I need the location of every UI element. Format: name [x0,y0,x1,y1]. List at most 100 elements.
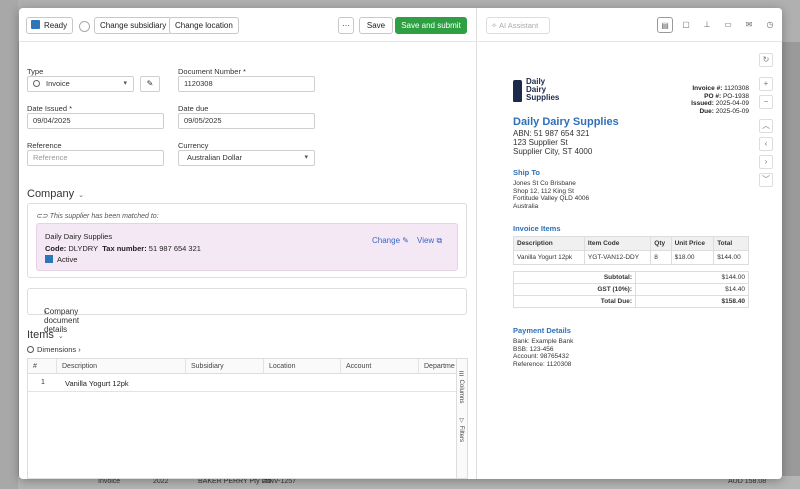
status-button[interactable]: Ready [26,17,74,34]
globe-icon [79,21,90,32]
type-select[interactable]: Invoice ▾ [27,76,134,92]
date-due-input[interactable]: 09/05/2025 [178,113,315,129]
bg-row-type: Invoice [98,478,121,485]
supplier-abn: ABN: 51 987 654 321 [513,129,590,138]
supplier-address: ABN: 51 987 654 321 123 Supplier St Supp… [513,129,592,156]
change-location-button[interactable]: Change location [169,17,239,34]
tax-label: Tax number: [102,244,147,253]
due-date-value: 2025-05-09 [715,107,749,115]
view-company-link[interactable]: View ⧉ [417,236,442,246]
total-row: Total Due: $158.40 [513,295,749,308]
filter-icon: ▽ [458,417,464,426]
matched-text: ⊂⊃ This supplier has been matched to: [36,212,159,220]
subtotal-value: $144.00 [635,271,749,284]
table-side-tabs: ☰ Columns ▽ Filters [457,358,468,479]
zoom-out-button[interactable]: − [759,95,773,109]
pin-button[interactable]: ⊥ [699,17,715,33]
code-value: DLYDRY [68,244,99,253]
ship-to-line-2: Shop 12, 112 King St [513,187,574,195]
chevron-right-icon: › [764,157,768,166]
email-button[interactable]: ✉ [741,17,757,33]
doc-number-input[interactable]: 1120308 [178,76,315,92]
column-header-account[interactable]: Account [341,359,419,374]
reference-input[interactable]: Reference [27,150,164,166]
company-panel: ⊂⊃ This supplier has been matched to: Da… [27,203,467,278]
sparkle-icon: ✧ [491,21,499,30]
status-square-icon [31,20,40,29]
ship-to-heading: Ship To [513,168,540,177]
row-description: Vanilla Yogurt 12pk [65,379,129,388]
subtotal-row: Subtotal: $144.00 [513,271,749,284]
ship-to-line-4: Australia [513,202,539,210]
page-left-button[interactable]: ‹ [759,137,773,151]
column-header-department[interactable]: Departme [419,359,457,374]
issued-date-value: 2025-04-09 [715,100,749,107]
invoice-preview[interactable]: Daily Dairy Supplies Invoice #: 1120308 … [478,43,763,479]
reference-label: Reference [27,141,62,150]
history-button[interactable]: ◷ [762,17,778,33]
change-company-link[interactable]: Change ✎ [372,236,409,245]
dimensions-toggle[interactable]: Dimensions › [27,345,81,354]
document-icon: ▤ [661,21,669,30]
company-section-toggle[interactable]: Company ⌄ [27,188,84,200]
save-button[interactable]: Save [359,17,393,34]
filters-tab[interactable]: ▽ Filters [458,417,465,442]
more-options-button[interactable]: ··· [338,17,354,34]
items-section-toggle[interactable]: Items ⌄ [27,329,64,341]
preview-toolbar: ✧ AI Assistant ▤ ▢ ⊥ ▭ ✉ ◷ [478,8,782,42]
due-date-line: Due: 2025-05-09 [691,108,749,116]
table-row[interactable]: 1 Vanilla Yogurt 12pk [28,375,456,392]
document-view-button[interactable]: ▤ [657,17,673,33]
column-header-location[interactable]: Location [264,359,341,374]
company-document-details-toggle[interactable]: Company document details › [27,288,467,334]
status-label: Ready [44,21,68,30]
column-header-description[interactable]: Description [57,359,186,374]
zoom-in-button[interactable]: + [759,77,773,91]
preview-pane: ✧ AI Assistant ▤ ▢ ⊥ ▭ ✉ ◷ Daily Dairy S… [478,8,782,479]
pencil-icon: ✎ [402,236,409,245]
po-number-label: PO #: [704,92,722,100]
tax-value: 51 987 654 321 [148,244,201,253]
gst-label: GST (10%): [513,283,636,296]
items-title: Items [27,329,54,341]
item-code: YGT-VAN12-DDY [583,250,652,265]
table-header: Description Item Code Qty Unit Price Tot… [513,236,749,251]
total-value: $158.40 [635,295,749,308]
matched-text-label: This supplier has been matched to: [49,213,159,220]
page-up-button[interactable]: ︿ [759,119,773,133]
code-label: Code: [45,244,67,253]
date-issued-input[interactable]: 09/04/2025 [27,113,164,129]
bg-row-amount: AUD 158.08 [728,478,767,485]
save-and-submit-button[interactable]: Save and submit [395,17,467,34]
logo-text: Daily Dairy Supplies [526,77,560,102]
comments-button[interactable]: ▭ [720,17,736,33]
ai-assistant-button[interactable]: ✧ AI Assistant [486,17,550,34]
page-down-button[interactable]: ﹀ [759,173,773,187]
form-pane: Ready Change subsidiary Change location … [19,8,477,479]
payment-line-1: Bank: Example Bank [513,338,574,345]
invoice-number-value: 1120308 [724,85,749,92]
items-table[interactable]: # Description Subsidiary Location Accoun… [27,358,457,479]
page-right-button[interactable]: › [759,155,773,169]
status-square-icon [45,255,53,263]
currency-select[interactable]: Australian Dollar ▾ [178,150,315,166]
chevron-left-icon: ‹ [764,139,768,148]
form-body[interactable]: Type Invoice ▾ ✎ Document Number * 112030… [19,43,477,479]
clock-icon: ◷ [766,20,774,29]
columns-tab[interactable]: ☰ Columns [458,371,465,403]
bg-row-ref: #INV-1257 [263,478,297,485]
change-subsidiary-button[interactable]: Change subsidiary [94,17,173,34]
chevron-right-icon: › [44,307,47,316]
notes-button[interactable]: ▢ [678,17,694,33]
chevron-down-icon: ⌄ [78,192,84,199]
mail-icon: ✉ [745,20,753,29]
edit-type-button[interactable]: ✎ [140,76,160,92]
type-label: Type [27,67,44,76]
column-header-subsidiary[interactable]: Subsidiary [186,359,264,374]
rotate-button[interactable]: ↻ [759,53,773,67]
ship-to-line-1: Jones St Co Brisbane [513,180,576,187]
column-header-number[interactable]: # [28,359,57,374]
chevron-down-icon: ▾ [123,80,127,87]
header-description: Description [513,236,585,251]
chevron-down-icon: ▾ [304,154,308,161]
